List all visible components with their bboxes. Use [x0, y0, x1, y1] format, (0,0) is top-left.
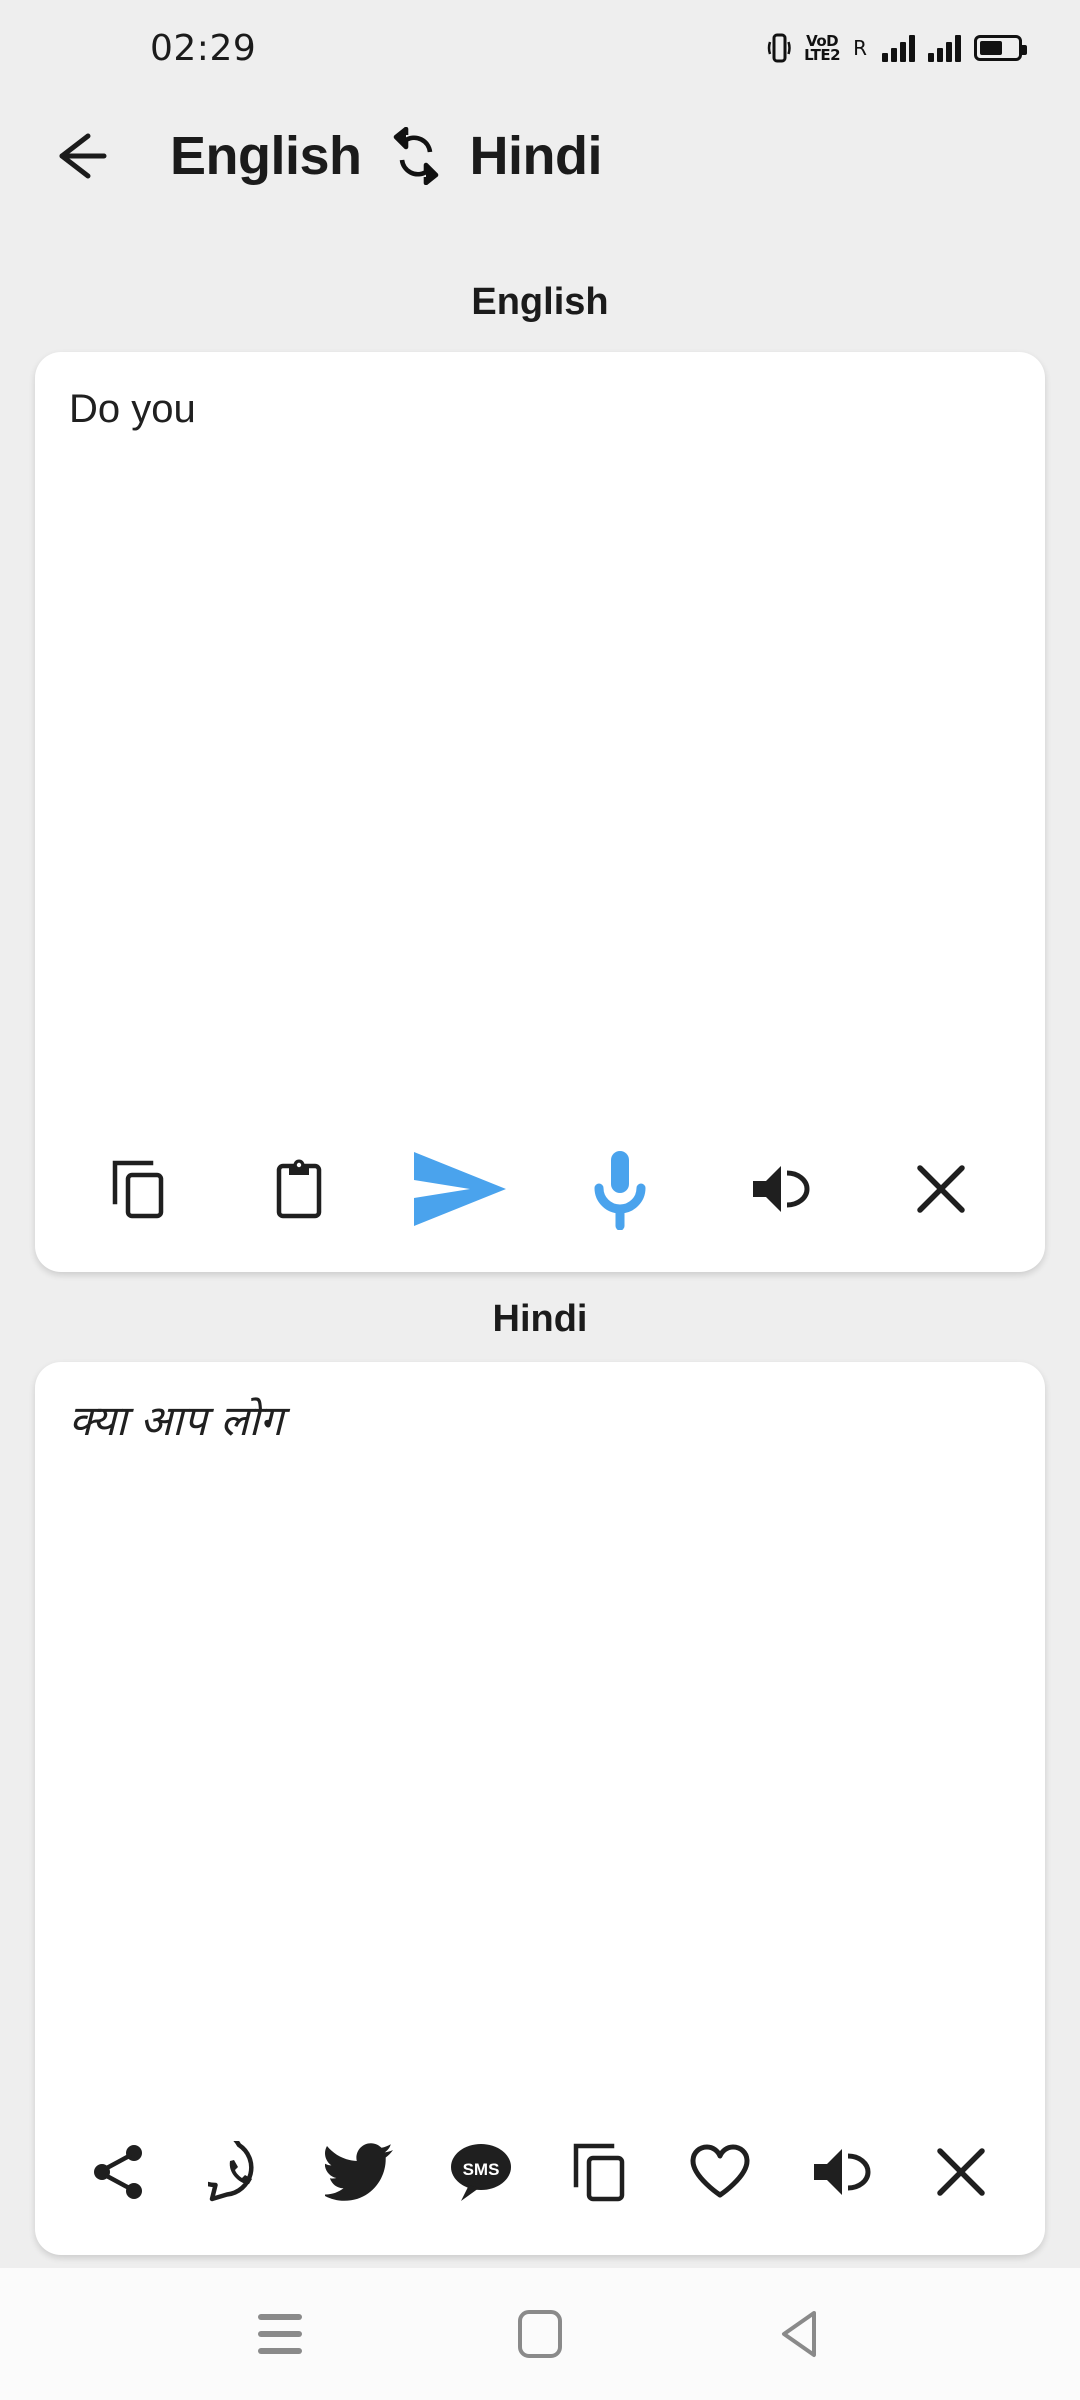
signal-bars-sim2-icon: [928, 34, 961, 62]
close-icon: [913, 1161, 969, 1217]
target-panel-label: Hindi: [492, 1298, 588, 1340]
source-panel-label: English: [471, 281, 609, 323]
source-text-card: Do you: [35, 352, 1045, 1272]
nav-home-button[interactable]: [480, 2284, 600, 2384]
home-icon: [518, 2310, 562, 2358]
paste-icon: [274, 1158, 324, 1220]
back-triangle-icon: [776, 2308, 824, 2360]
language-pair-title: English Hindi: [170, 125, 603, 187]
listen-target-button[interactable]: [781, 2117, 901, 2227]
source-language-title[interactable]: English: [170, 125, 362, 187]
signal-bars-sim1-icon: [882, 34, 915, 62]
svg-text:SMS: SMS: [462, 2160, 499, 2179]
swap-languages-icon[interactable]: [390, 127, 442, 185]
whatsapp-icon: [208, 2141, 270, 2203]
copy-icon: [111, 1158, 167, 1220]
clear-source-button[interactable]: [861, 1134, 1021, 1244]
battery-icon: [974, 35, 1027, 61]
target-text-card: क्या आप लोग SMS: [35, 1362, 1045, 2255]
status-clock: 02:29: [150, 27, 257, 69]
sms-icon: SMS: [447, 2141, 513, 2203]
source-text[interactable]: Do you: [69, 384, 1011, 435]
target-language-title[interactable]: Hindi: [470, 125, 603, 187]
back-arrow-icon[interactable]: [22, 96, 142, 216]
clear-target-button[interactable]: [901, 2117, 1021, 2227]
speaker-icon: [749, 1160, 811, 1218]
voice-input-button[interactable]: [540, 1134, 700, 1244]
twitter-icon: [324, 2142, 395, 2202]
share-icon: [91, 2142, 147, 2202]
status-icon-group: VoD LTE2 R: [767, 32, 1027, 64]
source-input-area[interactable]: Do you: [35, 352, 1045, 1122]
target-output-area[interactable]: क्या आप लोग: [35, 1362, 1045, 2105]
translate-button[interactable]: [380, 1134, 540, 1244]
app-screen: 02:29 VoD LTE2 R English Hindi English D…: [0, 0, 1080, 2400]
share-button[interactable]: [59, 2117, 179, 2227]
target-text[interactable]: क्या आप लोग: [69, 1394, 1011, 1449]
target-toolbar: SMS: [35, 2105, 1045, 2255]
nav-back-button[interactable]: [740, 2284, 860, 2384]
speaker-icon: [810, 2143, 872, 2201]
send-icon: [408, 1148, 512, 1230]
android-nav-bar: [0, 2268, 1080, 2400]
twitter-button[interactable]: [300, 2117, 420, 2227]
favorite-button[interactable]: [660, 2117, 780, 2227]
app-bar: English Hindi: [0, 96, 1080, 216]
whatsapp-button[interactable]: [179, 2117, 299, 2227]
copy-button[interactable]: [59, 1134, 219, 1244]
close-icon: [933, 2144, 989, 2200]
copy-icon: [572, 2141, 628, 2203]
favorite-icon: [688, 2143, 752, 2201]
recents-icon: [258, 2314, 302, 2354]
listen-source-button[interactable]: [700, 1134, 860, 1244]
status-bar: 02:29 VoD LTE2 R: [0, 0, 1080, 96]
roaming-indicator: R: [853, 36, 867, 60]
sms-button[interactable]: SMS: [420, 2117, 540, 2227]
nav-recents-button[interactable]: [220, 2284, 340, 2384]
source-toolbar: [35, 1122, 1045, 1272]
copy-target-button[interactable]: [540, 2117, 660, 2227]
volte-icon: VoD LTE2: [804, 32, 841, 64]
paste-button[interactable]: [219, 1134, 379, 1244]
vibrate-icon: [767, 32, 791, 64]
microphone-icon: [589, 1148, 651, 1230]
